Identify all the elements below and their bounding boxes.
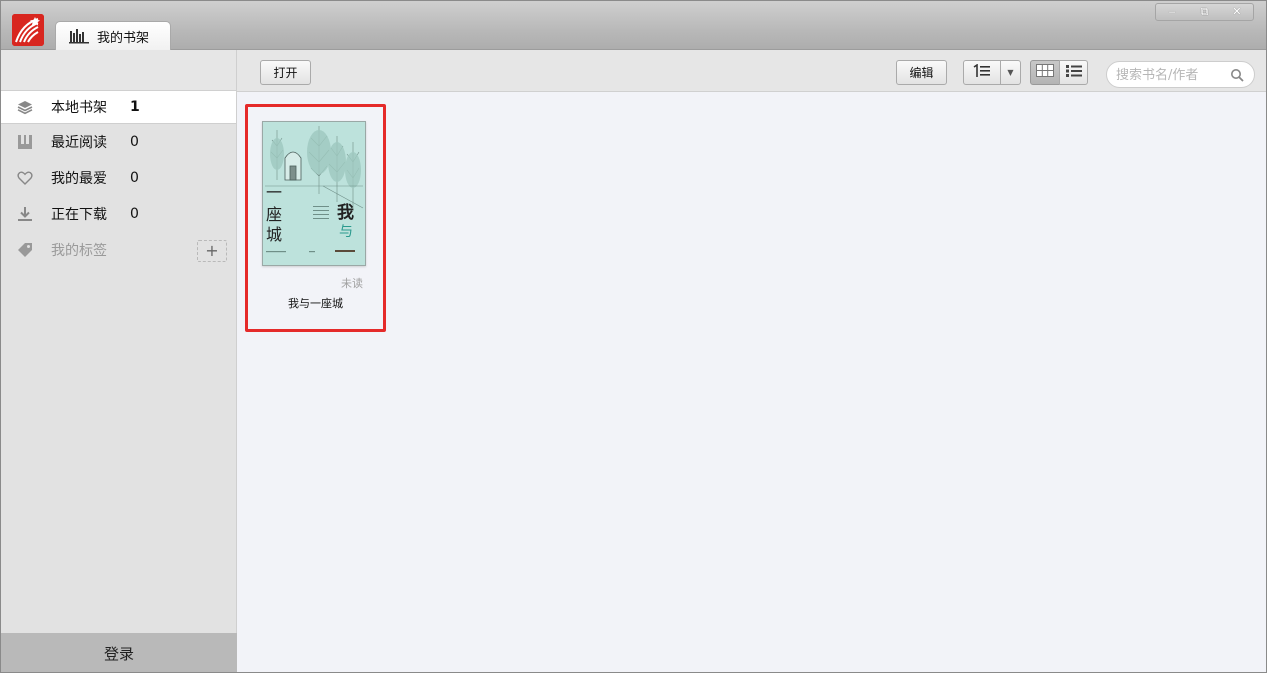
restore-button[interactable]: ⧉: [1193, 5, 1215, 19]
sort-dropdown-button[interactable]: ▼: [1000, 60, 1021, 85]
bookshelf-icon: [68, 28, 92, 44]
svg-text:座: 座: [266, 205, 282, 224]
sort-button[interactable]: [963, 60, 1001, 85]
search-box: [1106, 61, 1255, 88]
book-cover[interactable]: 一 座 城 我 与: [262, 121, 366, 266]
download-icon: [17, 206, 33, 222]
add-tag-button[interactable]: +: [197, 240, 227, 262]
book-icon: [17, 134, 33, 150]
chevron-down-icon: ▼: [1007, 68, 1014, 77]
app-logo-icon: [12, 14, 44, 46]
layers-icon: [17, 99, 33, 115]
grid-view-icon: [1036, 64, 1054, 81]
sidebar-item-count: 0: [130, 170, 139, 186]
sidebar-item-label: 我的标签: [51, 243, 107, 259]
book-read-status: 未读: [341, 277, 363, 290]
svg-text:城: 城: [266, 225, 282, 244]
window-controls: ‒ ⧉ ✕: [1155, 3, 1254, 21]
close-button[interactable]: ✕: [1226, 5, 1248, 19]
toolbar: 打开 编辑 ▼: [237, 50, 1266, 92]
svg-text:一: 一: [266, 183, 282, 202]
grid-view-button[interactable]: [1030, 60, 1060, 85]
sidebar-item-label: 本地书架: [51, 100, 107, 116]
svg-text:我: 我: [337, 203, 354, 223]
book-title[interactable]: 我与一座城: [248, 295, 383, 311]
sidebar-item-downloading[interactable]: 正在下载 0: [1, 196, 236, 232]
tag-icon: [17, 242, 33, 258]
book-item[interactable]: 一 座 城 我 与 未读 我与一座城: [245, 104, 386, 332]
list-view-button[interactable]: [1059, 60, 1088, 85]
sort-order-icon: [973, 63, 991, 82]
svg-text:与: 与: [339, 224, 353, 240]
sidebar-item-local-bookshelf[interactable]: 本地书架 1: [1, 91, 236, 124]
title-bar: 我的书架 ‒ ⧉ ✕: [1, 1, 1266, 50]
list-view-icon: [1065, 64, 1082, 81]
sidebar-item-label: 最近阅读: [51, 135, 107, 151]
sidebar-item-recent-reading[interactable]: 最近阅读 0: [1, 124, 236, 160]
sort-control: ▼: [963, 60, 1021, 85]
heart-icon: [17, 170, 33, 186]
login-button[interactable]: 登录: [1, 633, 237, 672]
search-icon[interactable]: [1230, 68, 1244, 82]
bookshelf-content: 一 座 城 我 与 未读 我与一座城: [237, 93, 1266, 672]
edit-button[interactable]: 编辑: [896, 60, 947, 85]
tab-label: 我的书架: [97, 30, 150, 46]
sidebar-item-label: 我的最爱: [51, 171, 107, 187]
search-input[interactable]: [1116, 66, 1226, 84]
sidebar-item-count: 0: [130, 134, 139, 150]
sidebar-item-count: 1: [130, 99, 140, 115]
app-window: 我的书架 ‒ ⧉ ✕ 本地书架 1 最近阅读 0 我的最爱 0 正在下载 0 我…: [0, 0, 1267, 673]
open-button[interactable]: 打开: [260, 60, 311, 85]
sidebar: 本地书架 1 最近阅读 0 我的最爱 0 正在下载 0 我的标签 + 登录: [1, 50, 237, 672]
sidebar-header: [1, 50, 236, 91]
sidebar-item-count: 0: [130, 206, 139, 222]
tab-my-bookshelf[interactable]: 我的书架: [55, 21, 171, 50]
sidebar-item-favorites[interactable]: 我的最爱 0: [1, 160, 236, 196]
sidebar-item-my-tags[interactable]: 我的标签 +: [1, 232, 236, 268]
minimize-button[interactable]: ‒: [1161, 5, 1183, 19]
sidebar-item-label: 正在下载: [51, 207, 107, 223]
